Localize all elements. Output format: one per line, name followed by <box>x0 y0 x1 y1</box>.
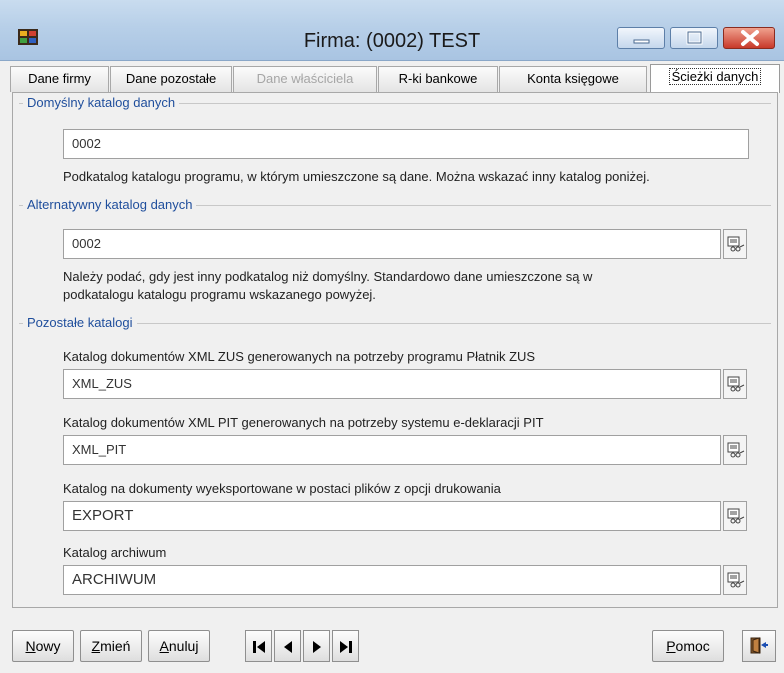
tab-label: Dane firmy <box>28 71 91 86</box>
browse-folder-icon <box>727 508 745 524</box>
button-label: mień <box>100 638 131 654</box>
new-button[interactable]: Nowy <box>12 630 74 662</box>
xml-pit-browse-button[interactable] <box>723 435 747 465</box>
xml-pit-field[interactable]: XML_PIT <box>63 435 721 465</box>
hotkey: N <box>25 638 36 654</box>
previous-record-button[interactable] <box>274 630 301 662</box>
tab-r-ki-bankowe[interactable]: R-ki bankowe <box>378 66 498 92</box>
archive-browse-button[interactable] <box>723 565 747 595</box>
browse-folder-icon <box>727 572 745 588</box>
next-record-icon <box>313 641 321 653</box>
export-browse-button[interactable] <box>723 501 747 531</box>
browse-folder-icon <box>727 442 745 458</box>
export-label: Katalog na dokumenty wyeksportowane w po… <box>63 481 501 496</box>
window-title: Firma: (0002) TEST <box>303 30 481 52</box>
tab-dane-firmy[interactable]: Dane firmy <box>10 66 109 92</box>
minimize-button[interactable] <box>617 27 665 49</box>
xml-zus-browse-button[interactable] <box>723 369 747 399</box>
previous-record-icon <box>284 641 292 653</box>
edit-button[interactable]: Zmień <box>80 630 142 662</box>
title-bar: Firma: (0002) TEST <box>0 0 784 61</box>
browse-folder-icon <box>727 376 745 392</box>
tab-dane-pozostale[interactable]: Dane pozostałe <box>110 66 232 92</box>
tab-label: Dane pozostałe <box>125 71 217 86</box>
close-button[interactable] <box>723 27 775 49</box>
button-label: omoc <box>675 638 710 654</box>
hotkey: Z <box>91 638 101 654</box>
alt-dir-hint-line2: podkatalogu katalogu programu wskazanego… <box>63 287 376 302</box>
tab-label: Dane właściciela <box>256 71 354 86</box>
xml-zus-field[interactable]: XML_ZUS <box>63 369 721 399</box>
xml-pit-label: Katalog dokumentów XML PIT generowanych … <box>63 415 544 430</box>
default-dir-field[interactable]: 0002 <box>63 129 749 159</box>
tab-strip: Dane firmy Dane pozostałe Dane właścicie… <box>10 64 780 93</box>
maximize-button[interactable] <box>670 27 718 49</box>
maximize-icon <box>686 30 703 45</box>
default-dir-hint: Podkatalog katalogu programu, w którym u… <box>63 169 650 184</box>
alt-dir-hint-line1: Należy podać, gdy jest inny podkatalog n… <box>63 269 593 284</box>
tab-dane-wlasciciela: Dane właściciela <box>233 66 377 92</box>
tab-label: R-ki bankowe <box>398 71 478 86</box>
tab-sciezki-danych[interactable]: Ścieżki danych <box>650 64 780 93</box>
other-dirs-group-label: Pozostałe katalogi <box>23 315 137 330</box>
exit-button[interactable] <box>742 630 776 662</box>
tab-label: Ścieżki danych <box>668 68 762 85</box>
tab-konta-ksiegowe[interactable]: Konta księgowe <box>499 66 647 92</box>
first-record-button[interactable] <box>245 630 272 662</box>
minimize-icon <box>633 39 650 44</box>
tab-label: Konta księgowe <box>527 71 619 86</box>
hotkey: A <box>159 638 169 654</box>
last-record-icon <box>340 641 352 653</box>
alt-dir-group-label: Alternatywny katalog danych <box>23 197 197 212</box>
paths-panel: Domyślny katalog danych 0002 Podkatalog … <box>12 92 778 608</box>
alt-dir-field[interactable]: 0002 <box>63 229 721 259</box>
next-record-button[interactable] <box>303 630 330 662</box>
browse-folder-icon <box>727 236 745 252</box>
exit-door-icon <box>750 637 768 654</box>
cancel-button[interactable]: Anuluj <box>148 630 210 662</box>
button-label: owy <box>35 638 61 654</box>
button-label: nuluj <box>168 638 199 654</box>
archive-field[interactable]: ARCHIWUM <box>63 565 721 595</box>
alt-dir-browse-button[interactable] <box>723 229 747 259</box>
export-field[interactable]: EXPORT <box>63 501 721 531</box>
last-record-button[interactable] <box>332 630 359 662</box>
hotkey: P <box>666 638 676 654</box>
default-dir-group-label: Domyślny katalog danych <box>23 95 180 110</box>
archive-label: Katalog archiwum <box>63 545 167 560</box>
first-record-icon <box>253 641 265 653</box>
close-icon <box>741 30 759 46</box>
xml-zus-label: Katalog dokumentów XML ZUS generowanych … <box>63 349 536 364</box>
help-button[interactable]: Pomoc <box>652 630 724 662</box>
